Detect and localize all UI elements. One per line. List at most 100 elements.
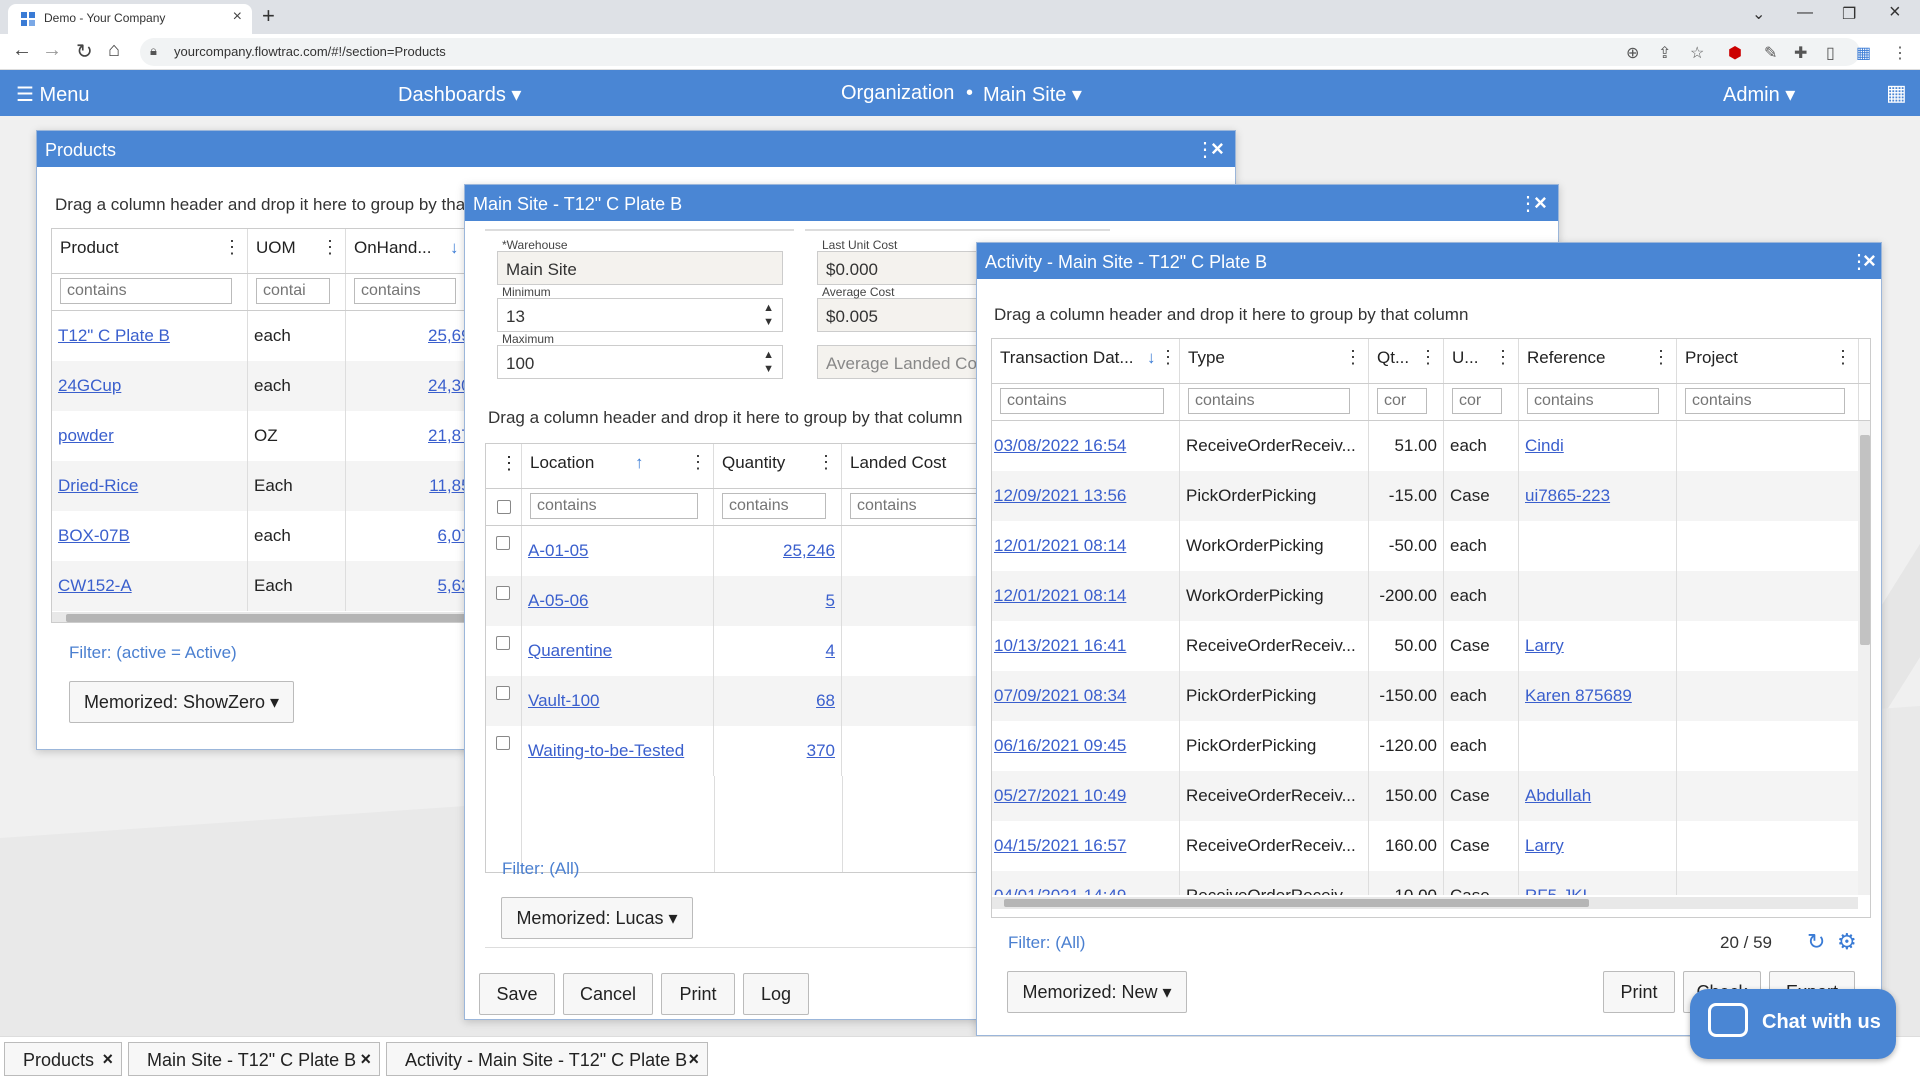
reference-link[interactable]: Abdullah [1525,786,1591,805]
log-button[interactable]: Log [743,973,809,1015]
row-menu-icon[interactable]: ⋮ [500,453,518,473]
column-menu-icon[interactable]: ⋮ [1159,347,1177,368]
minimum-field[interactable]: Minimum 13 ▲ ▼ [497,285,783,332]
table-row[interactable]: powder OZ 21,875 [52,411,480,461]
window-close-icon[interactable]: × [1211,136,1224,162]
product-link[interactable]: CW152-A [58,576,132,595]
column-menu-icon[interactable]: ⋮ [817,452,835,473]
table-row[interactable]: 07/09/2021 08:34 PickOrderPicking -150.00 e… [992,671,1858,721]
column-header-quantity[interactable]: Quantity ⋮ [714,444,842,488]
taskbar-main-site[interactable]: Main Site - T12" C Plate B × [128,1042,380,1076]
admin-menu[interactable]: Admin ▾ [1723,82,1795,107]
table-row[interactable]: 12/01/2021 08:14 WorkOrderPicking -50.00 ea… [992,521,1858,571]
select-all-checkbox[interactable] [497,500,511,514]
filter-status[interactable]: Filter: (active = Active) [69,643,237,663]
spinner-arrows-icon[interactable]: ▲ ▼ [763,301,774,329]
memorized-new-dropdown[interactable]: Memorized: New ▾ [1007,971,1187,1013]
extension-pen-icon[interactable]: ✎ [1764,43,1777,63]
reference-link[interactable]: Larry [1525,836,1564,855]
close-icon[interactable]: × [360,1049,371,1070]
product-link[interactable]: Dried-Rice [58,476,138,495]
date-filter-input[interactable] [1000,388,1164,414]
table-row[interactable]: BOX-07B each 6,072 [52,511,480,561]
quantity-link[interactable]: 370 [807,741,835,760]
table-row[interactable]: 10/13/2021 16:41 ReceiveOrderReceiv... 50.… [992,621,1858,671]
location-link[interactable]: Waiting-to-be-Tested [528,741,684,760]
site-menu[interactable]: Main Site ▾ [983,82,1082,107]
new-tab-icon[interactable]: + [262,3,275,29]
type-filter-input[interactable] [1188,388,1350,414]
reference-link[interactable]: Cindi [1525,436,1564,455]
onhand-filter-input[interactable] [354,278,456,304]
row-checkbox[interactable] [496,686,510,700]
horizontal-scrollbar[interactable] [52,612,480,622]
table-row[interactable]: CW152-A Each 5,631 [52,561,480,611]
table-row[interactable]: 24GCup each 24,303 [52,361,480,411]
row-checkbox[interactable] [496,736,510,750]
transaction-date-link[interactable]: 10/13/2021 16:41 [994,636,1126,655]
column-header-uom[interactable]: U... ⋮ [1444,339,1519,383]
column-header-reference[interactable]: Reference ⋮ [1519,339,1677,383]
organization-link[interactable]: Organization [841,82,954,105]
quantity-link[interactable]: 4 [826,641,835,660]
cancel-button[interactable]: Cancel [563,973,653,1015]
url-bar[interactable]: 🔒︎ yourcompany.flowtrac.com/#!/section=P… [140,38,1860,66]
column-menu-icon[interactable]: ⋮ [1344,347,1362,368]
restore-icon[interactable]: ❐ [1842,4,1856,24]
window-close-icon[interactable]: × [1534,190,1547,216]
transaction-date-link[interactable]: 04/15/2021 16:57 [994,836,1126,855]
extension-shield-icon[interactable]: ⬢ [1728,43,1742,63]
menu-button[interactable]: ☰ Menu [16,82,90,107]
reference-link[interactable]: Karen 875689 [1525,686,1632,705]
table-row[interactable]: Quarentine4$0 [486,626,1004,676]
maximum-field[interactable]: Maximum 100 ▲ ▼ [497,332,783,379]
column-header-location[interactable]: Location ↑ ⋮ [522,444,714,488]
memorized-showzero-dropdown[interactable]: Memorized: ShowZero ▾ [69,681,294,723]
table-row[interactable]: Vault-10068$0 [486,676,1004,726]
column-menu-icon[interactable]: ⋮ [1834,347,1852,368]
product-link[interactable]: powder [58,426,114,445]
table-row[interactable]: 04/01/2021 14:49ReceiveOrderReceiv...10.… [992,871,1858,895]
browser-tab[interactable]: Demo - Your Company × [8,4,252,34]
dashboards-menu[interactable]: Dashboards ▾ [398,82,521,107]
table-row[interactable]: 06/16/2021 09:45 PickOrderPicking -120.00 e… [992,721,1858,771]
quantity-link[interactable]: 5 [826,591,835,610]
transaction-date-link[interactable]: 06/16/2021 09:45 [994,736,1126,755]
quantity-link[interactable]: 68 [816,691,835,710]
location-link[interactable]: Quarentine [528,641,612,660]
row-checkbox[interactable] [496,586,510,600]
print-button[interactable]: Print [661,973,735,1015]
warehouse-field[interactable]: *Warehouse Main Site [497,238,783,285]
gear-icon[interactable]: ⚙ [1837,929,1857,955]
transaction-date-link[interactable]: 03/08/2022 16:54 [994,436,1126,455]
transaction-date-link[interactable]: 12/01/2021 08:14 [994,536,1126,555]
column-header-onhand[interactable]: OnHand...↓⋮ [346,229,480,273]
home-icon[interactable]: ⌂ [108,39,120,62]
product-link[interactable]: T12" C Plate B [58,326,170,345]
extensions-puzzle-icon[interactable]: ✚ [1794,43,1807,63]
group-drop-zone[interactable]: Drag a column header and drop it here to… [488,408,962,428]
side-panel-icon[interactable]: ▯ [1826,43,1835,63]
reference-link[interactable]: RF5-JKL [1525,886,1592,895]
row-checkbox[interactable] [496,636,510,650]
location-link[interactable]: A-05-06 [528,591,588,610]
table-row[interactable]: 12/01/2021 08:14 WorkOrderPicking -200.00 e… [992,571,1858,621]
taskbar-products[interactable]: Products × [4,1042,122,1076]
chat-widget-button[interactable]: Chat with us [1690,989,1896,1059]
location-link[interactable]: Vault-100 [528,691,600,710]
profile-app-icon[interactable]: ▦ [1856,43,1871,63]
column-header-transaction-date[interactable]: Transaction Dat... ↓ ⋮ [992,339,1180,383]
table-row[interactable]: 03/08/2022 16:54 ReceiveOrderReceiv... 51.… [992,421,1858,471]
product-link[interactable]: 24GCup [58,376,121,395]
transaction-date-link[interactable]: 12/01/2021 08:14 [994,586,1126,605]
group-drop-zone[interactable]: Drag a column header and drop it here to… [994,305,1468,325]
reference-link[interactable]: ui7865-223 [1525,486,1610,505]
window-close-icon[interactable]: × [1889,1,1901,24]
group-drop-zone[interactable]: Drag a column header and drop it here to… [55,195,529,215]
table-row[interactable]: 04/15/2021 16:57 ReceiveOrderReceiv... 160… [992,821,1858,871]
transaction-date-link[interactable]: 04/01/2021 14:49 [994,886,1126,895]
column-menu-icon[interactable]: ⋮ [321,237,339,258]
minimize-icon[interactable]: — [1797,4,1813,22]
browser-menu-icon[interactable]: ⋮ [1892,43,1908,63]
column-header-type[interactable]: Type ⋮ [1180,339,1369,383]
